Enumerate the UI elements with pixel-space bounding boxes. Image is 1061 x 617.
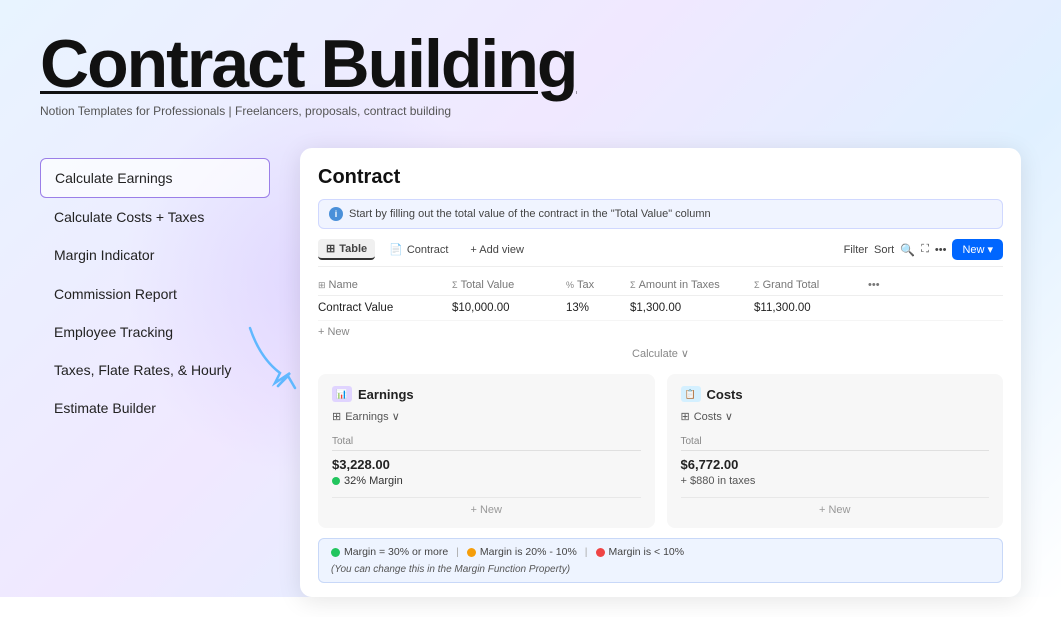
cards-row: 📊 Earnings ⊞ Earnings ∨ Total $3,228.00 …: [318, 374, 1003, 528]
costs-table-col: Total: [681, 433, 990, 451]
filter-button[interactable]: Filter: [844, 244, 868, 256]
new-button[interactable]: New ▾: [952, 239, 1003, 260]
cell-total-value: $10,000.00: [452, 302, 562, 314]
costs-add-new[interactable]: + New: [681, 497, 990, 516]
col-amount-taxes-header: Σ Amount in Taxes: [630, 279, 750, 291]
info-icon: i: [329, 207, 343, 221]
tab-table[interactable]: ⊞ Table: [318, 239, 375, 260]
earnings-subheader[interactable]: ⊞ Earnings ∨: [332, 410, 641, 423]
col-tax-header: % Tax: [566, 279, 626, 291]
toolbar: ⊞ Table 📄 Contract + Add view Filter Sor…: [318, 239, 1003, 267]
sidebar-item-employee-tracking[interactable]: Employee Tracking: [40, 313, 270, 351]
main-layout: Calculate Earnings Calculate Costs + Tax…: [40, 148, 1021, 597]
search-icon[interactable]: 🔍: [900, 243, 915, 257]
sort-button[interactable]: Sort: [874, 244, 894, 256]
page-subtitle: Notion Templates for Professionals | Fre…: [40, 104, 1021, 118]
green-indicator: [331, 548, 340, 557]
contract-title: Contract: [318, 166, 1003, 189]
calculate-button[interactable]: Calculate ∨: [318, 343, 1003, 364]
yellow-indicator: [467, 548, 476, 557]
costs-taxes-note: + $880 in taxes: [681, 475, 990, 487]
earnings-margin: 32% Margin: [332, 475, 641, 487]
add-view-button[interactable]: + Add view: [462, 241, 532, 259]
contract-icon: 📄: [389, 243, 403, 256]
costs-subheader[interactable]: ⊞ Costs ∨: [681, 410, 990, 423]
margin-info-bar: Margin = 30% or more | Margin is 20% - 1…: [318, 538, 1003, 583]
costs-value: $6,772.00: [681, 457, 990, 472]
table-small-icon: ⊞: [332, 410, 341, 423]
earnings-value: $3,228.00: [332, 457, 641, 472]
red-indicator: [596, 548, 605, 557]
chevron-down-icon: ▾: [987, 243, 993, 256]
margin-note: (You can change this in the Margin Funct…: [331, 564, 990, 575]
toolbar-actions: Filter Sort 🔍 ⛶ ••• New ▾: [844, 239, 1003, 260]
margin-item-yellow: Margin is 20% - 10%: [467, 546, 577, 558]
earnings-card: 📊 Earnings ⊞ Earnings ∨ Total $3,228.00 …: [318, 374, 655, 528]
earnings-icon: 📊: [332, 386, 352, 402]
earnings-table-col: Total: [332, 433, 641, 451]
more-options-icon[interactable]: •••: [935, 244, 947, 256]
col-total-value-header: Σ Total Value: [452, 279, 562, 291]
margin-item-green: Margin = 30% or more: [331, 546, 448, 558]
fullscreen-icon[interactable]: ⛶: [921, 243, 929, 256]
sidebar-item-calculate-earnings[interactable]: Calculate Earnings: [40, 158, 270, 198]
cell-amount-taxes: $1,300.00: [630, 302, 750, 314]
table-header: ⊞ Name Σ Total Value % Tax Σ Amount in T…: [318, 275, 1003, 296]
margin-item-red: Margin is < 10%: [596, 546, 685, 558]
sidebar-item-margin-indicator[interactable]: Margin Indicator: [40, 236, 270, 274]
arrow-decoration: [240, 318, 310, 398]
col-grand-total-header: Σ Grand Total: [754, 279, 864, 291]
col-name-header: ⊞ Name: [318, 279, 448, 291]
info-bar: i Start by filling out the total value o…: [318, 199, 1003, 229]
sidebar-item-taxes-rates[interactable]: Taxes, Flate Rates, & Hourly: [40, 351, 270, 389]
contract-card: Contract i Start by filling out the tota…: [300, 148, 1021, 597]
add-row-button[interactable]: + New: [318, 321, 1003, 343]
left-nav: Calculate Earnings Calculate Costs + Tax…: [40, 158, 270, 427]
earnings-card-header: 📊 Earnings: [332, 386, 641, 402]
margin-dot: [332, 477, 340, 485]
right-panel: Contract i Start by filling out the tota…: [300, 148, 1021, 597]
sidebar-item-calculate-costs[interactable]: Calculate Costs + Taxes: [40, 198, 270, 236]
costs-card: 📋 Costs ⊞ Costs ∨ Total $6,772.00 + $880…: [667, 374, 1004, 528]
cell-grand-total: $11,300.00: [754, 302, 864, 314]
sidebar-item-estimate-builder[interactable]: Estimate Builder: [40, 389, 270, 427]
table-row[interactable]: Contract Value $10,000.00 13% $1,300.00 …: [318, 296, 1003, 321]
costs-icon: 📋: [681, 386, 701, 402]
earnings-add-new[interactable]: + New: [332, 497, 641, 516]
header-section: Contract Building Notion Templates for P…: [40, 30, 1021, 118]
cell-name: Contract Value: [318, 302, 448, 314]
tab-contract[interactable]: 📄 Contract: [381, 240, 456, 259]
cell-tax: 13%: [566, 302, 626, 314]
table-icon: ⊞: [326, 242, 335, 255]
table-small-icon-2: ⊞: [681, 410, 690, 423]
costs-card-header: 📋 Costs: [681, 386, 990, 402]
sidebar-item-commission-report[interactable]: Commission Report: [40, 275, 270, 313]
page-title: Contract Building: [40, 30, 1021, 98]
